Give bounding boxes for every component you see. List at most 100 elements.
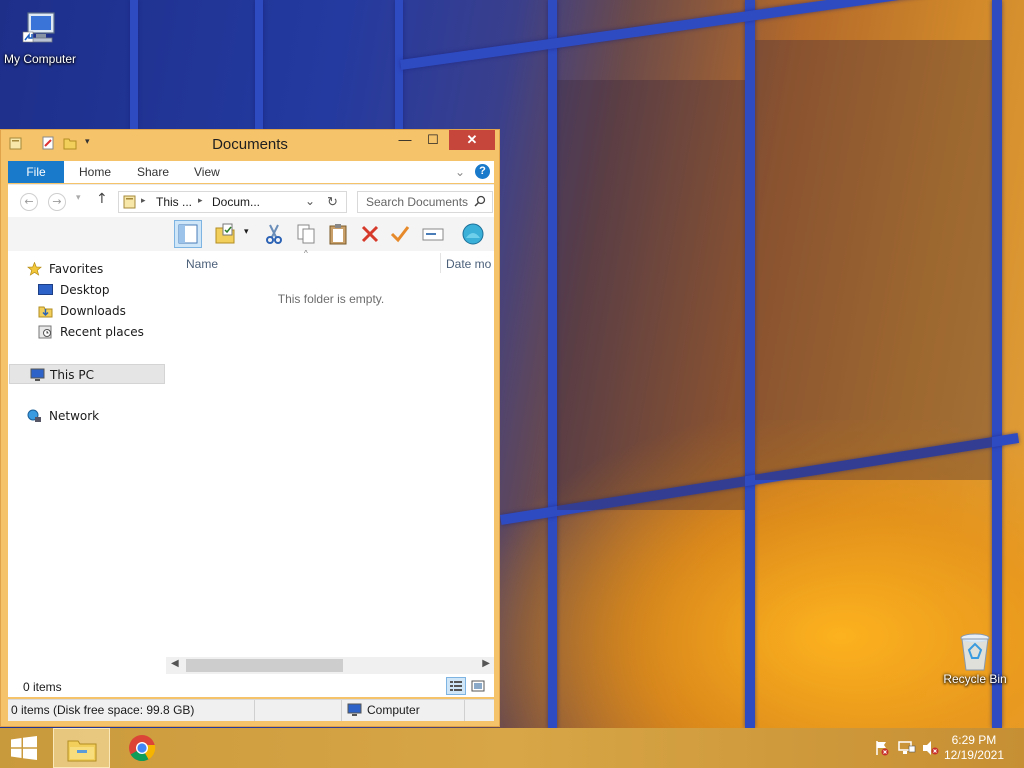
breadcrumb-separator-icon: ▸ [198,195,203,205]
recent-places-icon [38,325,53,339]
back-button[interactable]: ← [20,193,38,211]
wallpaper-pane [755,40,992,480]
nav-favorites[interactable]: Favorites [27,259,183,279]
windows-logo-icon [11,736,37,763]
scroll-right-icon[interactable]: ▶ [482,658,490,669]
help-icon[interactable]: ? [475,164,490,179]
sort-arrow-icon: ^ [304,249,308,258]
wallpaper-mullion [130,0,138,130]
large-icons-view-icon[interactable] [470,678,486,697]
title-bar[interactable]: ▾ Documents — ☐ ✕ [1,130,499,158]
wallpaper-mullion [255,0,263,130]
recycle-bin-icon [955,630,995,671]
copy-icon[interactable] [294,222,318,246]
address-box[interactable]: ▸ This ... ▸ Docum... ⌄ ↻ [118,191,347,213]
nav-label: Network [49,409,100,423]
scrollbar-thumb[interactable] [186,659,343,672]
volume-muted-icon[interactable] [922,740,940,759]
tab-home[interactable]: Home [79,161,111,183]
star-icon [27,261,42,276]
breadcrumb-documents[interactable]: Docum... [212,195,260,209]
nav-label: Downloads [60,304,126,318]
desktop-icon-recycle-bin[interactable]: Recycle Bin [935,630,1015,686]
folder-icon [123,195,137,212]
desktop-icon [38,283,53,297]
search-input[interactable]: Search Documents [357,191,493,213]
status-bar: 0 items [8,675,494,697]
minimize-button[interactable]: — [391,130,419,150]
column-divider[interactable] [440,253,441,273]
computer-icon [20,10,60,50]
wallpaper-mullion [992,0,1002,728]
empty-folder-message: This folder is empty. [277,292,385,306]
column-header-name[interactable]: Name [186,257,218,271]
location-label: Computer [367,703,420,717]
system-clock[interactable]: 6:29 PM 12/19/2021 [944,733,1004,763]
tab-view[interactable]: View [194,161,220,183]
file-list[interactable]: Name ^ Date mo This folder is empty. [166,249,494,697]
details-bar: 0 items (Disk free space: 99.8 GB) Compu… [8,699,494,721]
refresh-icon[interactable]: ↻ [327,194,338,210]
rename-icon[interactable] [421,222,445,246]
breadcrumb-separator-icon: ▸ [141,195,146,205]
computer-icon [347,703,362,720]
address-bar-row: ← → ▾ ↑ ▸ This ... ▸ Docum... ⌄ ↻ Search… [8,184,494,217]
nav-this-pc[interactable]: This PC [9,364,165,384]
details-divider [464,700,465,721]
address-dropdown-icon[interactable]: ⌄ [305,194,315,208]
details-divider [254,700,255,721]
start-button[interactable] [0,728,48,768]
nav-label: Recent places [60,325,144,339]
breadcrumb-this-pc[interactable]: This ... [156,195,192,209]
details-view-icon[interactable] [446,677,466,695]
clock-date: 12/19/2021 [943,748,1004,762]
nav-label: This PC [50,368,94,382]
search-placeholder: Search Documents [366,195,469,209]
clock-time: 6:29 PM [951,733,997,747]
move-to-folder-icon[interactable] [214,222,238,246]
search-icon [474,195,486,210]
nav-label: Favorites [49,262,104,276]
disk-free-space: 0 items (Disk free space: 99.8 GB) [11,703,195,717]
maximize-button[interactable]: ☐ [419,130,447,150]
navigation-pane-icon[interactable] [174,220,202,248]
network-status-icon[interactable] [898,740,916,759]
file-explorer-icon [67,736,97,765]
ribbon-tabs: File Home Share View ⌄ ? [8,161,494,183]
expand-ribbon-icon[interactable]: ⌄ [455,161,465,183]
forward-button[interactable]: → [48,193,66,211]
scroll-left-icon[interactable]: ◀ [171,658,179,669]
delete-icon[interactable] [358,222,382,246]
horizontal-scrollbar[interactable]: ◀ ▶ [166,657,494,674]
nav-label: Desktop [60,283,110,297]
desktop-icon-label: Recycle Bin [943,672,1007,686]
toolbar: ▾ [8,217,494,251]
tab-file[interactable]: File [8,161,64,183]
taskbar-file-explorer[interactable] [53,728,110,768]
desktop-icon-my-computer[interactable]: My Computer [0,10,80,66]
nav-network[interactable]: Network [27,406,183,426]
taskbar: 6:29 PM 12/19/2021 [0,728,1024,768]
details-divider [341,700,342,721]
file-explorer-window[interactable]: ▾ Documents — ☐ ✕ File Home Share View ⌄… [0,129,500,727]
column-header-date[interactable]: Date mo [446,257,494,271]
taskbar-chrome[interactable] [118,728,170,768]
close-button[interactable]: ✕ [449,130,495,150]
action-center-flag-icon[interactable] [874,740,890,759]
wallpaper-mullion [548,0,557,728]
wallpaper-mullion [745,0,755,728]
chrome-icon [128,734,156,765]
wallpaper-pane [557,80,745,510]
tab-share[interactable]: Share [137,161,169,183]
item-count: 0 items [23,680,62,694]
cut-icon[interactable] [262,222,286,246]
downloads-icon [38,304,53,318]
desktop-icon-label: My Computer [3,52,77,66]
this-pc-icon [30,368,45,382]
up-button[interactable]: ↑ [96,191,108,207]
recent-locations-icon[interactable]: ▾ [76,193,81,203]
network-icon [27,409,42,423]
paste-icon[interactable] [326,222,350,246]
properties-globe-icon[interactable] [461,222,485,246]
checkmark-icon[interactable] [388,222,412,246]
